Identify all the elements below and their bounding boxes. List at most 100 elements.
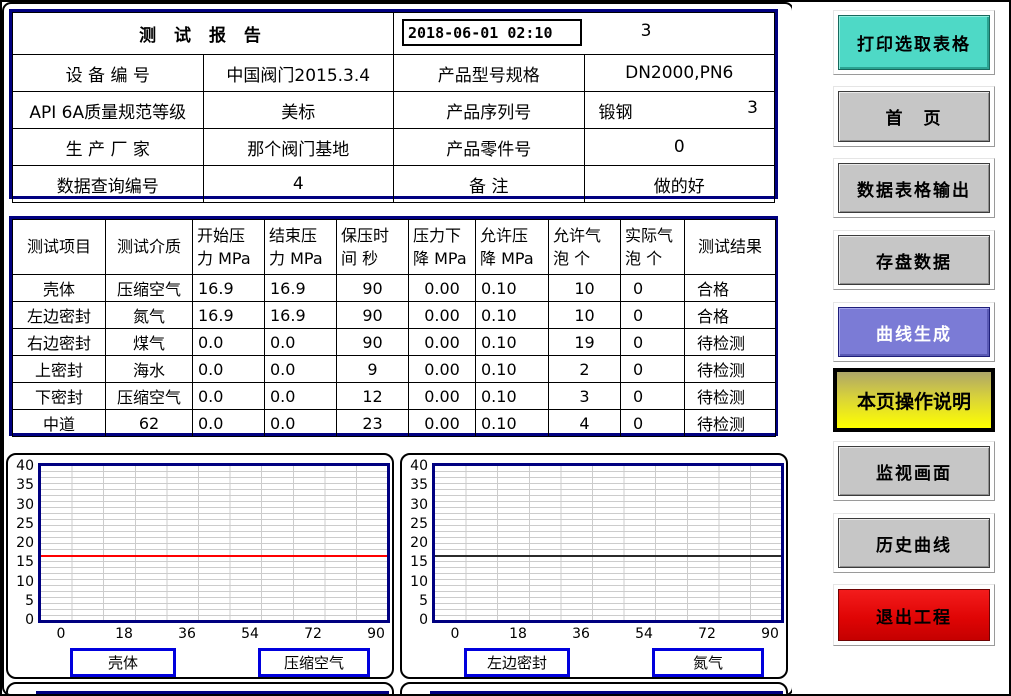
monitor-screen-button[interactable]: 监视画面 — [833, 441, 995, 501]
test-value: 0 — [621, 383, 685, 410]
info-value: 做的好 — [584, 166, 775, 203]
test-row: 上密封海水0.00.090.000.1020待检测 — [13, 356, 776, 383]
y-tick-label: 5 — [402, 594, 428, 608]
test-value: 9 — [337, 356, 409, 383]
test-value: 0.0 — [265, 356, 337, 383]
test-value: 90 — [337, 302, 409, 329]
test-result: 合格 — [685, 302, 776, 329]
button-label: 存盘数据 — [838, 235, 990, 285]
test-value: 0.10 — [476, 302, 549, 329]
button-label: 退出工程 — [838, 589, 990, 641]
x-tick-label: 90 — [761, 627, 779, 641]
test-value: 0.00 — [409, 383, 476, 410]
test-value: 0.10 — [476, 410, 549, 437]
info-row: API 6A质量规范等级美标产品序列号锻钢3 — [13, 92, 775, 129]
button-frame: 退出工程 — [833, 584, 995, 646]
y-tick-label: 35 — [8, 478, 34, 492]
test-value: 压缩空气 — [106, 275, 193, 302]
plot-area — [38, 463, 390, 623]
x-tick-label: 72 — [698, 627, 716, 641]
info-value: 美标 — [203, 92, 394, 129]
y-tick-label: 30 — [8, 498, 34, 512]
y-tick-label: 30 — [402, 498, 428, 512]
test-value: 4 — [549, 410, 621, 437]
y-tick-label: 0 — [8, 613, 34, 627]
info-row: 数据查询编号4备 注做的好 — [13, 166, 775, 203]
test-value: 煤气 — [106, 329, 193, 356]
test-results-table: 测试项目测试介质开始压 力 MPa结束压 力 MPa保压时 间 秒压力下 降 M… — [9, 216, 778, 436]
test-value: 0.00 — [409, 329, 476, 356]
exit-project-button[interactable]: 退出工程 — [833, 584, 995, 646]
test-value: 0 — [621, 410, 685, 437]
test-col-header: 实际气 泡 个 — [621, 220, 685, 275]
plot-area — [432, 463, 784, 623]
button-frame: 曲线生成 — [833, 302, 995, 362]
test-value: 90 — [337, 275, 409, 302]
info-value: DN2000,PN6 — [584, 55, 775, 92]
test-value: 0.0 — [193, 329, 265, 356]
test-value: 2 — [549, 356, 621, 383]
data-table-output-button[interactable]: 数据表格输出 — [833, 158, 995, 218]
test-item: 左边密封 — [13, 302, 106, 329]
test-col-header: 开始压 力 MPa — [193, 220, 265, 275]
test-value: 0 — [621, 275, 685, 302]
sidebar: 打印选取表格首 页数据表格输出存盘数据曲线生成本页操作说明监视画面历史曲线退出工… — [792, 0, 1011, 696]
print-select-table-button[interactable]: 打印选取表格 — [833, 10, 995, 75]
test-value: 10 — [549, 302, 621, 329]
report-number: 3 — [626, 21, 666, 41]
save-data-button[interactable]: 存盘数据 — [833, 230, 995, 290]
test-value: 90 — [337, 329, 409, 356]
curve-generate-button[interactable]: 曲线生成 — [833, 302, 995, 362]
test-col-header: 保压时 间 秒 — [337, 220, 409, 275]
chart-panel-partial-left — [6, 682, 394, 696]
test-col-header: 测试结果 — [685, 220, 776, 275]
test-value: 23 — [337, 410, 409, 437]
info-value-text: 锻钢 — [585, 98, 633, 123]
test-row: 下密封压缩空气0.00.0120.000.1030待检测 — [13, 383, 776, 410]
test-value: 0 — [621, 302, 685, 329]
plot-grid — [41, 466, 387, 620]
test-value: 压缩空气 — [106, 383, 193, 410]
info-label: 数据查询编号 — [13, 166, 204, 203]
page-help-button[interactable]: 本页操作说明 — [833, 368, 995, 432]
page-title: 测 试 报 告 — [13, 13, 394, 55]
info-label: 生 产 厂 家 — [13, 129, 204, 166]
charts-row: 051015202530354001836547290壳体压缩空气0510152… — [4, 453, 788, 681]
x-tick-label: 18 — [509, 627, 527, 641]
legend-test-item: 壳体 — [70, 648, 176, 677]
chart-panel-壳体: 051015202530354001836547290壳体压缩空气 — [6, 453, 394, 679]
test-value: 0.0 — [265, 329, 337, 356]
test-value: 16.9 — [265, 275, 337, 302]
test-value: 0.00 — [409, 302, 476, 329]
test-value: 0.0 — [193, 356, 265, 383]
info-value: 0 — [584, 129, 775, 166]
history-curve-button[interactable]: 历史曲线 — [833, 513, 995, 573]
home-button[interactable]: 首 页 — [833, 86, 995, 147]
info-value: 锻钢3 — [584, 92, 775, 129]
test-value: 16.9 — [193, 302, 265, 329]
test-value: 氮气 — [106, 302, 193, 329]
info-label: 设 备 编 号 — [13, 55, 204, 92]
test-value: 62 — [106, 410, 193, 437]
chart-panel-partial-right — [400, 682, 788, 696]
report-panel: 测 试 报 告 2018-06-01 02:10 3 设 备 编 号中国阀门20… — [2, 2, 794, 696]
test-value: 0.0 — [193, 410, 265, 437]
report-header-right: 2018-06-01 02:10 3 — [394, 13, 775, 55]
button-frame: 首 页 — [833, 86, 995, 147]
y-tick-label: 40 — [8, 459, 34, 473]
info-label: 产品序列号 — [394, 92, 585, 129]
x-tick-label: 36 — [178, 627, 196, 641]
y-tick-label: 20 — [8, 536, 34, 550]
test-value: 10 — [549, 275, 621, 302]
test-result: 待检测 — [685, 356, 776, 383]
test-value: 0.00 — [409, 410, 476, 437]
test-value: 0.10 — [476, 356, 549, 383]
button-label: 本页操作说明 — [837, 372, 991, 428]
test-value: 0 — [621, 356, 685, 383]
test-value: 海水 — [106, 356, 193, 383]
info-label: 产品零件号 — [394, 129, 585, 166]
test-item: 右边密封 — [13, 329, 106, 356]
pressure-curve-左边密封 — [435, 555, 781, 557]
test-row: 右边密封煤气0.00.0900.000.10190待检测 — [13, 329, 776, 356]
test-value: 16.9 — [193, 275, 265, 302]
